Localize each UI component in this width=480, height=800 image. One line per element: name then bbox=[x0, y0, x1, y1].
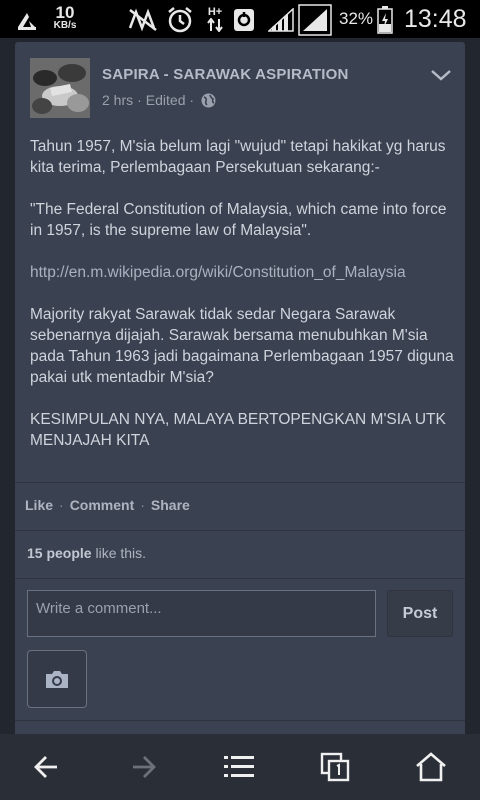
page-avatar[interactable] bbox=[30, 58, 90, 118]
home-icon[interactable] bbox=[412, 748, 450, 786]
post-time[interactable]: 2 hrs bbox=[102, 92, 133, 108]
network-speed: 10 KB/s bbox=[50, 4, 80, 31]
post-comment-button[interactable]: Post bbox=[387, 590, 453, 637]
status-bar: 10 KB/s H+ 32% 13:48 bbox=[0, 0, 480, 38]
menu-icon[interactable] bbox=[220, 748, 258, 786]
likes-summary[interactable]: 15 people like this. bbox=[27, 545, 146, 561]
forward-icon[interactable] bbox=[124, 748, 162, 786]
net-speed-value: 10 bbox=[55, 3, 75, 22]
post-card: SAPIRA - SARAWAK ASPIRATION 2 hrs · Edit… bbox=[15, 42, 465, 742]
comment-input[interactable]: Write a comment... bbox=[27, 590, 376, 637]
post-link[interactable]: http://en.m.wikipedia.org/wiki/Constitut… bbox=[30, 262, 455, 283]
camera-button[interactable] bbox=[27, 650, 87, 708]
news-feed[interactable]: SAPIRA - SARAWAK ASPIRATION 2 hrs · Edit… bbox=[0, 38, 480, 742]
divider bbox=[15, 578, 465, 579]
data-arrows-icon: H+ bbox=[203, 5, 227, 33]
post-paragraph: KESIMPULAN NYA, MALAYA BERTOPENGKAN M'SI… bbox=[30, 411, 446, 449]
like-button[interactable]: Like bbox=[25, 497, 53, 513]
likes-count[interactable]: 15 people bbox=[27, 545, 92, 561]
post-actions: Like · Comment · Share bbox=[25, 497, 190, 513]
alarm-icon bbox=[166, 6, 194, 34]
comment-placeholder: Write a comment... bbox=[36, 600, 162, 617]
post-paragraph: "The Federal Constitution of Malaysia, w… bbox=[30, 201, 447, 239]
sync-icon bbox=[233, 8, 255, 32]
action-separator: · bbox=[140, 497, 145, 513]
signal-muted-icon bbox=[128, 8, 158, 32]
camera-icon bbox=[44, 669, 70, 689]
post-paragraph: Tahun 1957, M'sia belum lagi "wujud" tet… bbox=[30, 138, 446, 176]
net-speed-unit: KB/s bbox=[53, 20, 77, 31]
action-separator: · bbox=[59, 497, 64, 513]
battery-icon bbox=[377, 6, 393, 34]
recycle-notification-icon bbox=[15, 9, 39, 31]
divider bbox=[15, 720, 465, 721]
meta-separator: · bbox=[137, 92, 142, 108]
likes-suffix: like this. bbox=[91, 545, 147, 561]
battery-percent: 32% bbox=[339, 9, 374, 28]
post-body: Tahun 1957, M'sia belum lagi "wujud" tet… bbox=[30, 136, 455, 472]
page-name[interactable]: SAPIRA - SARAWAK ASPIRATION bbox=[102, 66, 349, 83]
globe-icon bbox=[201, 93, 216, 108]
tabs-icon[interactable] bbox=[316, 748, 354, 786]
chevron-down-icon[interactable] bbox=[429, 66, 453, 84]
post-paragraph: Majority rakyat Sarawak tidak sedar Nega… bbox=[30, 306, 454, 386]
browser-nav-bar bbox=[0, 734, 480, 800]
divider bbox=[15, 530, 465, 531]
comment-button[interactable]: Comment bbox=[70, 497, 135, 513]
edited-label[interactable]: Edited · bbox=[146, 92, 194, 108]
divider bbox=[15, 482, 465, 483]
back-icon[interactable] bbox=[28, 748, 66, 786]
signal-icon bbox=[268, 8, 294, 32]
network-type: H+ bbox=[207, 6, 223, 18]
clock: 13:48 bbox=[404, 5, 467, 33]
share-button[interactable]: Share bbox=[151, 497, 190, 513]
post-meta: 2 hrs · Edited · bbox=[102, 92, 216, 108]
signal-strength-icon bbox=[298, 4, 332, 36]
